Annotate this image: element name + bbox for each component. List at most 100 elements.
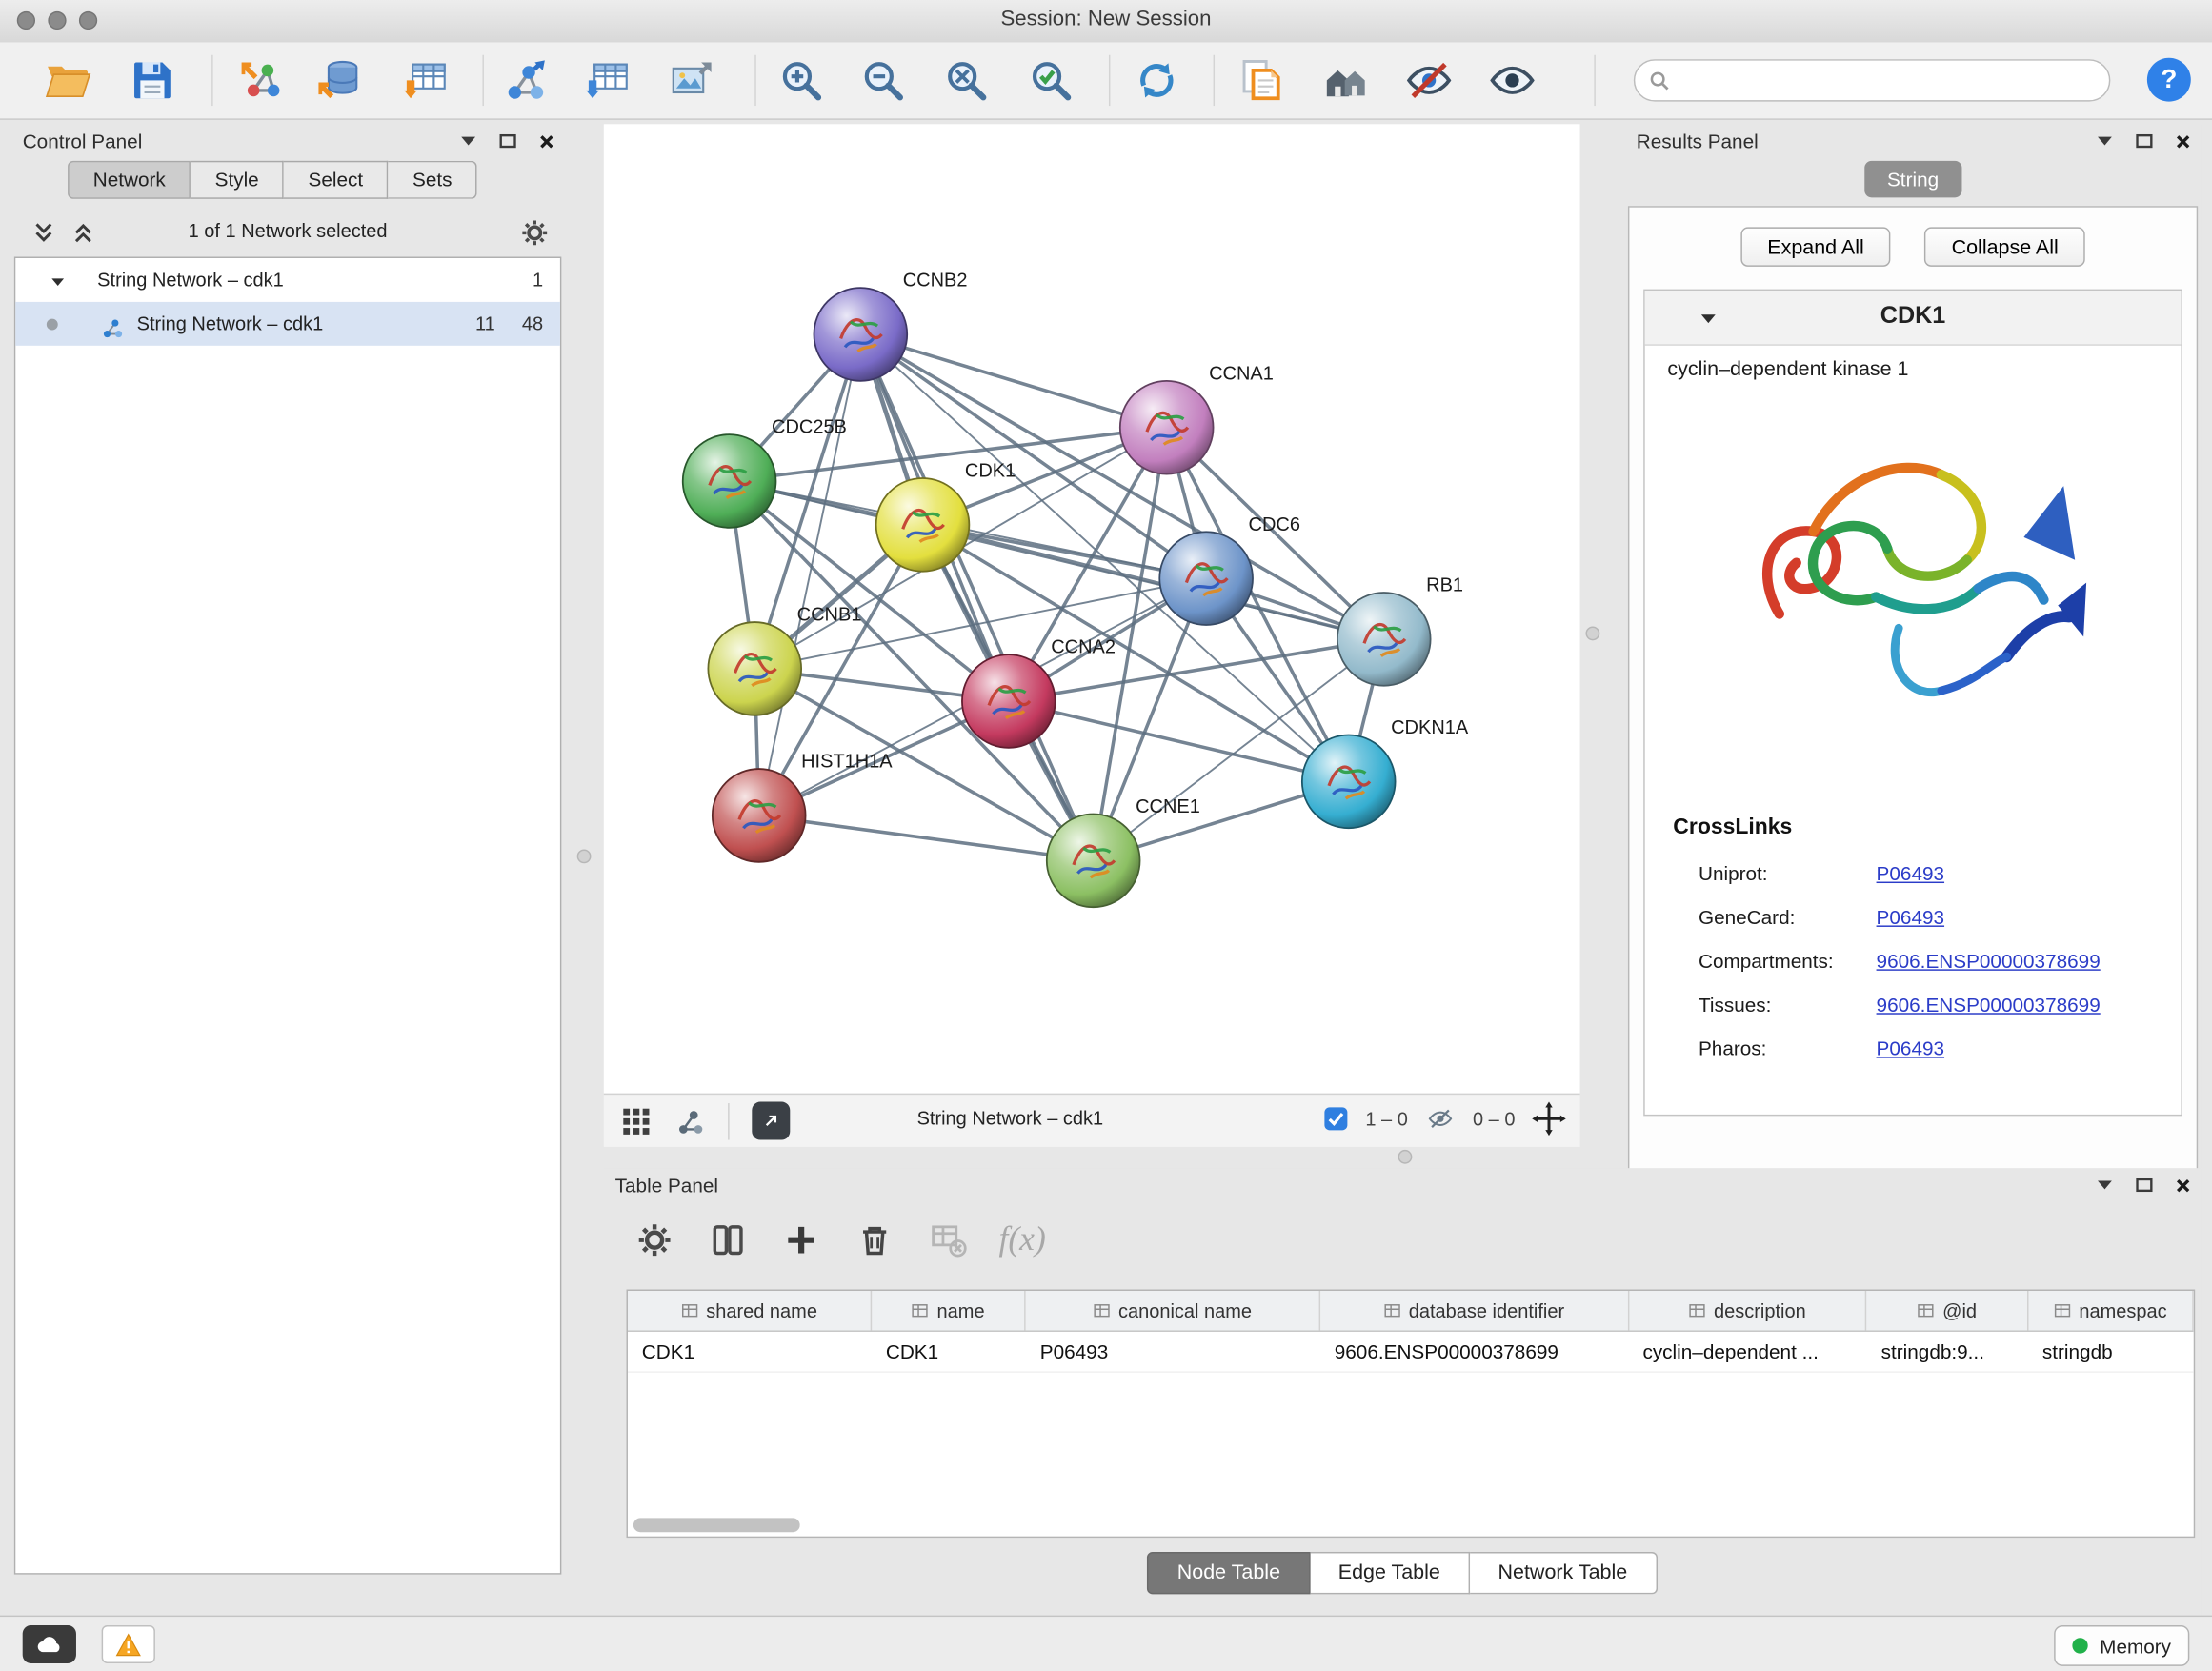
show-columns-icon[interactable] [705, 1218, 750, 1262]
zoom-fit-icon[interactable] [941, 55, 992, 106]
memory-label: Memory [2100, 1635, 2171, 1658]
panel-close-icon[interactable] [2174, 131, 2192, 150]
tab-sets[interactable]: Sets [389, 161, 477, 199]
network-collection-row[interactable]: String Network – cdk1 1 [15, 258, 560, 302]
crosslinks-title: CrossLinks [1673, 815, 1792, 841]
panel-menu-caret-icon[interactable] [458, 131, 478, 151]
node-table: shared namenamecanonical namedatabase id… [627, 1290, 2196, 1539]
right-splitter-grip[interactable] [1585, 627, 1599, 641]
network-node-CCNB2[interactable] [814, 288, 907, 381]
collapse-all-button[interactable]: Collapse All [1924, 227, 2084, 266]
network-node-CCNE1[interactable] [1047, 814, 1140, 907]
hscrollbar-thumb[interactable] [633, 1518, 800, 1532]
network-node-HIST1H1A[interactable] [713, 769, 806, 862]
first-neighbors-icon[interactable] [1320, 55, 1371, 106]
network-canvas[interactable]: CCNB2CCNA1CDC25BCDK1CDC6RB1CCNB1CCNA2CDK… [604, 124, 1580, 1093]
network-edge-CCNA2-CDKN1A[interactable] [1009, 701, 1349, 781]
tree-collapse-caret-icon[interactable] [50, 262, 67, 306]
search-input[interactable] [1670, 69, 2095, 92]
bottom-splitter-grip[interactable] [1398, 1150, 1413, 1164]
column-header-canonical-name[interactable]: canonical name [1026, 1291, 1320, 1330]
table-settings-gear-icon[interactable] [632, 1218, 676, 1262]
import-table-icon[interactable] [399, 55, 450, 106]
table-row[interactable]: CDK1CDK1P064939606.ENSP00000378699cyclin… [628, 1332, 2194, 1373]
network-edge-CCNB2-CCNE1[interactable] [860, 334, 1093, 860]
panel-close-icon[interactable] [2174, 1176, 2192, 1194]
network-node-CDK1[interactable] [876, 478, 970, 572]
zoom-selected-icon[interactable] [1026, 55, 1076, 106]
crosslink-link[interactable]: 9606.ENSP00000378699 [1877, 939, 2101, 983]
network-node-label-CDK1: CDK1 [965, 461, 1016, 482]
tab-node-table[interactable]: Node Table [1148, 1552, 1310, 1594]
panel-float-icon[interactable] [498, 131, 518, 151]
column-header-@id[interactable]: @id [1867, 1291, 2028, 1330]
column-header-description[interactable]: description [1629, 1291, 1867, 1330]
left-splitter-grip[interactable] [577, 849, 592, 863]
warning-button[interactable] [102, 1625, 155, 1663]
column-header-shared-name[interactable]: shared name [628, 1291, 872, 1330]
export-image-icon[interactable] [666, 55, 716, 106]
new-table-icon[interactable] [581, 55, 632, 106]
column-header-name[interactable]: name [872, 1291, 1026, 1330]
table-hscrollbar [628, 1517, 2194, 1534]
snapshot-document-icon[interactable] [1236, 55, 1286, 106]
crosslink-link[interactable]: P06493 [1877, 852, 1944, 896]
network-edge-CCNB2-CCNA1[interactable] [860, 334, 1166, 428]
import-network-file-icon[interactable] [234, 55, 285, 106]
network-node-CDKN1A[interactable] [1302, 735, 1396, 829]
column-header-database-identifier[interactable]: database identifier [1320, 1291, 1629, 1330]
network-options-gear-icon[interactable] [519, 217, 551, 252]
hide-selected-eye-icon[interactable] [1403, 55, 1454, 106]
network-node-label-CDC6: CDC6 [1249, 514, 1300, 535]
tab-edge-table[interactable]: Edge Table [1310, 1552, 1470, 1594]
pan-crosshair-icon[interactable] [1532, 1102, 1566, 1137]
import-network-database-icon[interactable] [313, 55, 364, 106]
tab-network[interactable]: Network [68, 161, 191, 199]
open-session-icon[interactable] [42, 55, 92, 106]
network-node-CDC25B[interactable] [683, 434, 776, 528]
crosslink-link[interactable]: P06493 [1877, 1027, 1944, 1071]
save-session-icon[interactable] [127, 55, 177, 106]
selected-checkbox-icon[interactable] [1323, 1106, 1349, 1132]
panel-menu-caret-icon[interactable] [2095, 1176, 2115, 1196]
search-box [1634, 59, 2111, 101]
expand-all-button[interactable]: Expand All [1740, 227, 1891, 266]
add-column-icon[interactable] [778, 1218, 823, 1262]
tab-style[interactable]: Style [191, 161, 284, 199]
panel-menu-caret-icon[interactable] [2095, 131, 2115, 151]
hidden-counts: 0 – 0 [1473, 1108, 1515, 1129]
network-node-CCNB1[interactable] [708, 622, 801, 715]
export-network-button[interactable] [752, 1102, 790, 1140]
birds-eye-grid-icon[interactable] [621, 1105, 653, 1137]
network-node-CDC6[interactable] [1159, 532, 1253, 625]
zoom-out-icon[interactable] [857, 55, 908, 106]
network-glyph-icon[interactable] [674, 1105, 706, 1137]
network-edge-CCNB2-HIST1H1A[interactable] [759, 334, 861, 815]
column-header-namespac[interactable]: namespac [2028, 1291, 2194, 1330]
network-edge-HIST1H1A-CCNE1[interactable] [759, 815, 1094, 860]
zoom-in-icon[interactable] [775, 55, 826, 106]
cloud-button[interactable] [23, 1625, 76, 1663]
crosslink-row: Pharos:P06493 [1645, 1027, 2182, 1071]
tab-select[interactable]: Select [284, 161, 388, 199]
panel-float-icon[interactable] [2135, 1176, 2155, 1196]
tab-string[interactable]: String [1864, 161, 1961, 198]
network-node-CCNA2[interactable] [962, 654, 1056, 748]
delete-column-trash-icon[interactable] [852, 1218, 896, 1262]
panel-close-icon[interactable] [537, 131, 555, 150]
panel-float-icon[interactable] [2135, 131, 2155, 151]
help-button[interactable]: ? [2147, 58, 2191, 102]
protein-structure-image [1645, 401, 2182, 756]
show-all-eye-icon[interactable] [1487, 55, 1538, 106]
hidden-eye-icon[interactable] [1425, 1106, 1457, 1132]
apply-layout-icon[interactable] [1132, 55, 1182, 106]
network-node-RB1[interactable] [1337, 593, 1431, 686]
network-row-selected[interactable]: String Network – cdk1 11 48 [15, 302, 560, 346]
network-node-CCNA1[interactable] [1120, 381, 1214, 474]
crosslink-link[interactable]: 9606.ENSP00000378699 [1877, 983, 2101, 1027]
crosslink-link[interactable]: P06493 [1877, 896, 1944, 939]
tab-network-table[interactable]: Network Table [1470, 1552, 1657, 1594]
new-network-icon[interactable] [499, 55, 550, 106]
memory-button[interactable]: Memory [2055, 1625, 2190, 1666]
crosslink-row: Compartments:9606.ENSP00000378699 [1645, 939, 2182, 983]
